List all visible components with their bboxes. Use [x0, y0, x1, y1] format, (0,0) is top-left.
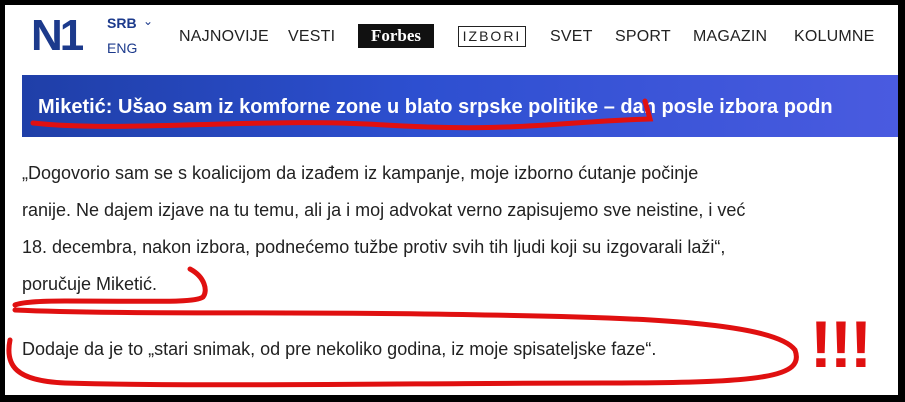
chevron-down-icon[interactable]: ⌄: [143, 14, 153, 28]
nav-forbes[interactable]: Forbes: [358, 24, 434, 48]
headline[interactable]: Miketić: Ušao sam iz komforne zone u bla…: [38, 96, 833, 119]
paragraph-line: poručuje Miketić.: [22, 274, 158, 294]
paragraph-line: ranije. Ne dajem izjave na tu temu, ali …: [22, 200, 746, 220]
n1-logo[interactable]: N1: [31, 14, 84, 58]
nav-svet[interactable]: SVET: [550, 28, 593, 46]
lang-eng[interactable]: ENG: [107, 40, 137, 56]
exclamation-marks: !!!: [810, 307, 870, 381]
article-body: „Dogovorio sam se s koalicijom da izađem…: [22, 155, 872, 303]
screenshot-frame: N1 SRB ⌄ ENG NAJNOVIJE VESTI Forbes IZBO…: [5, 5, 898, 395]
paragraph-line: 18. decembra, nakon izbora, podnećemo tu…: [22, 237, 726, 257]
nav-magazin[interactable]: MAGAZIN: [693, 28, 767, 46]
nav-izbori[interactable]: IZBORI: [458, 26, 526, 47]
highlighted-paragraph: Dodaje da je to „stari snimak, od pre ne…: [22, 339, 657, 359]
headline-banner: Miketić: Ušao sam iz komforne zone u bla…: [22, 75, 898, 137]
nav-kolumne[interactable]: KOLUMNE: [794, 28, 875, 46]
paragraph-line: „Dogovorio sam se s koalicijom da izađem…: [22, 163, 699, 183]
lang-srb[interactable]: SRB: [107, 15, 137, 31]
nav-sport[interactable]: SPORT: [615, 28, 671, 46]
site-header: N1 SRB ⌄ ENG NAJNOVIJE VESTI Forbes IZBO…: [5, 5, 898, 67]
nav-vesti[interactable]: VESTI: [288, 28, 335, 46]
nav-najnovije[interactable]: NAJNOVIJE: [179, 28, 269, 46]
